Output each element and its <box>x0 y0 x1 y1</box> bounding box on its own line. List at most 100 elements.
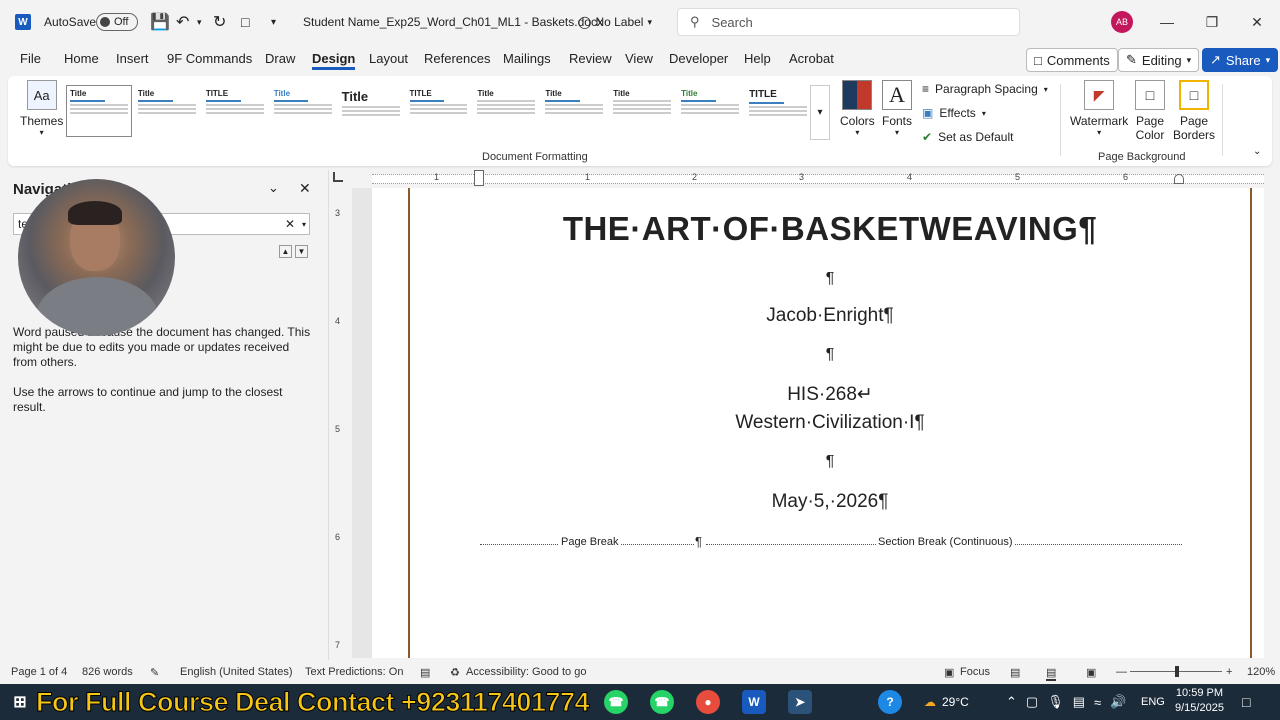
set-as-default-button[interactable]: ✔ Set as Default <box>922 130 1013 144</box>
wifi-icon[interactable]: ≈ <box>1094 695 1101 710</box>
redo-icon[interactable]: ↻ <box>213 0 226 44</box>
document-area[interactable]: THE·ART·OF·BASKETWEAVING¶ ¶ Jacob·Enrigh… <box>352 188 1264 658</box>
previous-result-icon[interactable]: ▲ <box>279 245 292 258</box>
tab-view[interactable]: View <box>625 51 653 66</box>
tab-layout[interactable]: Layout <box>369 51 408 66</box>
microphone-icon[interactable]: 🎙 <box>1047 694 1064 710</box>
text-predictions-status[interactable]: Text Predictions: On <box>305 666 403 678</box>
proofing-icon[interactable]: ✎ <box>150 666 159 679</box>
style-set-thumb[interactable]: TITLE <box>745 85 811 137</box>
chevron-down-icon[interactable]: ▾ <box>302 220 306 229</box>
clear-search-icon[interactable]: ✕ <box>285 217 295 231</box>
accessibility-status[interactable]: Accessibility: Good to go <box>466 666 586 678</box>
style-set-thumb[interactable]: TITLE <box>406 85 472 137</box>
date-line[interactable]: May·5,·2026¶ <box>410 491 1250 513</box>
tab-selector-icon[interactable] <box>333 172 343 182</box>
paragraph-mark[interactable]: ¶ <box>410 346 1250 364</box>
minimize-icon[interactable]: — <box>1144 0 1190 44</box>
paragraph-spacing-button[interactable]: ≡ Paragraph Spacing ▾ <box>922 82 1048 96</box>
gallery-more-icon[interactable]: ▾ <box>810 85 830 140</box>
sensitivity-label[interactable]: ◯ No Label ▾ <box>578 0 652 44</box>
vertical-scrollbar[interactable] <box>1266 188 1278 658</box>
document-page[interactable]: THE·ART·OF·BASKETWEAVING¶ ¶ Jacob·Enrigh… <box>372 188 1264 658</box>
zoom-out-icon[interactable]: — <box>1116 666 1127 678</box>
style-set-thumb[interactable]: Title <box>270 85 336 137</box>
undo-dropdown-icon[interactable]: ▾ <box>197 0 202 44</box>
editing-mode-button[interactable]: ✎ Editing ▾ <box>1118 48 1200 72</box>
effects-button[interactable]: ▣ Effects ▾ <box>922 106 986 120</box>
customize-qat-icon[interactable]: ▾ <box>271 0 276 44</box>
style-set-thumb[interactable]: Title <box>66 85 132 137</box>
style-set-thumb[interactable]: Title <box>338 85 404 137</box>
paragraph-mark[interactable]: ¶ <box>410 270 1250 288</box>
tab-references[interactable]: References <box>424 51 490 66</box>
style-set-thumb[interactable]: Title <box>541 85 607 137</box>
clock[interactable]: 10:59 PM 9/15/2025 <box>1175 686 1224 716</box>
save-icon[interactable]: 💾 <box>150 0 170 44</box>
page-borders-button[interactable]: □ Page Borders <box>1173 80 1215 142</box>
tab-design[interactable]: Design <box>312 51 356 70</box>
read-mode-icon[interactable]: ▤ <box>1010 666 1020 679</box>
themes-button[interactable]: Aa Themes ▾ <box>20 80 63 137</box>
weather-widget[interactable]: ☁ 29°C <box>924 684 969 720</box>
document-title[interactable]: THE·ART·OF·BASKETWEAVING¶ <box>410 210 1250 248</box>
colors-button[interactable]: Colors ▾ <box>840 80 875 137</box>
horizontal-ruler[interactable]: 1 1 2 3 4 5 6 <box>352 170 1280 188</box>
input-language[interactable]: ENG <box>1141 684 1165 720</box>
chrome-icon[interactable]: ● <box>696 690 720 714</box>
chevron-up-icon[interactable]: ⌃ <box>1006 694 1017 710</box>
web-layout-icon[interactable]: ▣ <box>1086 666 1096 679</box>
tab-insert[interactable]: Insert <box>116 51 149 66</box>
tab-mailings[interactable]: Mailings <box>503 51 551 66</box>
next-result-icon[interactable]: ▼ <box>295 245 308 258</box>
style-set-thumb[interactable]: Title <box>134 85 200 137</box>
screen-icon[interactable]: ▤ <box>1073 694 1085 710</box>
volume-icon[interactable]: 🔊 <box>1110 694 1126 710</box>
notification-icon[interactable]: □ <box>1242 684 1250 720</box>
tab-acrobat[interactable]: Acrobat <box>789 51 834 66</box>
vertical-ruler[interactable]: 3 4 5 6 7 <box>333 188 347 658</box>
right-indent-marker-icon[interactable] <box>1174 174 1184 184</box>
tab-developer[interactable]: Developer <box>669 51 728 66</box>
comment-icon[interactable]: □ <box>241 0 249 44</box>
zoom-in-icon[interactable]: + <box>1226 666 1232 678</box>
focus-assist-icon[interactable]: ▤ <box>420 666 430 679</box>
accessibility-icon[interactable]: ♻ <box>450 666 460 679</box>
word-taskbar-icon[interactable]: W <box>742 690 766 714</box>
tab-home[interactable]: Home <box>64 51 99 66</box>
close-icon[interactable]: ✕ <box>299 180 311 197</box>
style-set-thumb[interactable]: TITLE <box>202 85 268 137</box>
restore-icon[interactable]: ❐ <box>1189 0 1235 44</box>
whatsapp-business-icon[interactable]: ☎ <box>650 690 674 714</box>
zoom-level[interactable]: 120% <box>1247 666 1275 678</box>
print-layout-icon[interactable]: ▤ <box>1046 666 1057 681</box>
focus-icon[interactable]: ▣ <box>944 666 954 679</box>
language-status[interactable]: English (United States) <box>180 666 293 678</box>
help-icon[interactable]: ? <box>878 690 902 714</box>
style-set-thumb[interactable]: Title <box>473 85 539 137</box>
fonts-button[interactable]: A Fonts ▾ <box>882 80 912 137</box>
style-set-thumb[interactable]: Title <box>677 85 743 137</box>
app-taskbar-icon[interactable]: ➤ <box>788 690 812 714</box>
course-code-line[interactable]: HIS·268↵ <box>410 383 1250 406</box>
undo-icon[interactable]: ↶ <box>176 0 189 44</box>
camera-icon[interactable]: ▢ <box>1026 694 1038 710</box>
indent-marker-icon[interactable] <box>474 170 484 186</box>
collapse-ribbon-icon[interactable]: ⌄ <box>1253 146 1261 157</box>
zoom-slider-thumb[interactable] <box>1175 666 1179 677</box>
tab-draw[interactable]: Draw <box>265 51 295 66</box>
style-set-thumb[interactable]: Title <box>609 85 675 137</box>
autosave-toggle[interactable]: Off <box>96 0 138 44</box>
word-count[interactable]: 826 words <box>82 666 133 678</box>
course-name-line[interactable]: Western·Civilization·I¶ <box>410 412 1250 434</box>
pane-splitter[interactable] <box>328 170 329 660</box>
page-color-button[interactable]: □ Page Color <box>1130 80 1170 142</box>
watermark-button[interactable]: ◤ Watermark ▾ <box>1070 80 1128 137</box>
author-line[interactable]: Jacob·Enright¶ <box>410 305 1250 327</box>
chevron-down-icon[interactable]: ⌄ <box>268 180 279 196</box>
tab-file[interactable]: File <box>20 51 41 66</box>
search-input[interactable]: ⚲ Search <box>677 8 1020 36</box>
page-count[interactable]: Page 1 of 4 <box>11 666 67 678</box>
share-button[interactable]: ↗ Share ▾ <box>1202 48 1279 72</box>
tab-9f-commands[interactable]: 9F Commands <box>167 51 252 66</box>
